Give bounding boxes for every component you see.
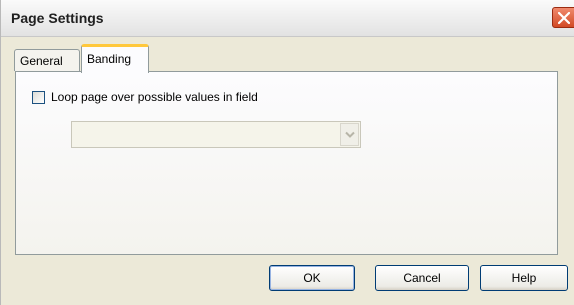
loop-page-option[interactable]: Loop page over possible values in field xyxy=(32,90,258,104)
tab-banding[interactable]: Banding xyxy=(81,44,149,73)
close-icon xyxy=(558,12,570,24)
page-settings-dialog: Page Settings General Banding Loop page … xyxy=(0,0,574,305)
ok-button[interactable]: OK xyxy=(269,265,355,291)
tab-banding-label: Banding xyxy=(87,52,132,66)
title-bar[interactable]: Page Settings xyxy=(1,0,574,37)
tab-general[interactable]: General xyxy=(14,49,80,71)
tab-general-label: General xyxy=(20,54,63,68)
loop-page-label[interactable]: Loop page over possible values in field xyxy=(51,90,258,104)
field-select-dropdown-button[interactable] xyxy=(340,123,359,146)
field-select[interactable] xyxy=(71,121,361,148)
cancel-button[interactable]: Cancel xyxy=(375,265,469,291)
close-button[interactable] xyxy=(552,7,574,28)
loop-page-checkbox[interactable] xyxy=(32,90,45,104)
dialog-title: Page Settings xyxy=(11,10,104,26)
chevron-down-icon xyxy=(345,131,355,138)
banding-panel: Loop page over possible values in field xyxy=(15,71,558,255)
help-button[interactable]: Help xyxy=(480,265,568,291)
